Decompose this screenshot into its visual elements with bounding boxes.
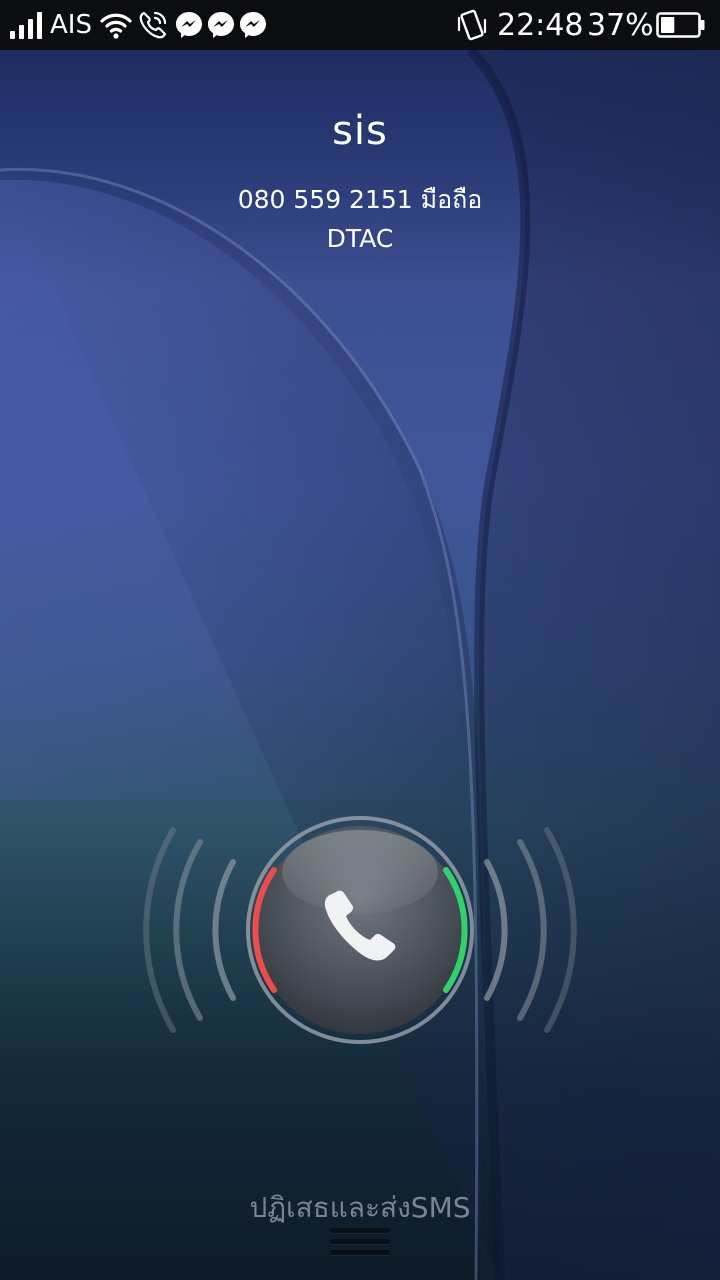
vibrate-icon (455, 0, 489, 50)
messenger-icon (238, 0, 268, 50)
left-wave-icon (143, 827, 236, 1033)
messenger-icon (174, 0, 204, 50)
battery-percent: 37% (587, 7, 654, 43)
status-bar: AIS 22:48 37% (0, 0, 720, 50)
right-wave-icon (484, 827, 577, 1033)
incoming-call-screen: AIS 22:48 37% sis 080 559 2151 มือถือ DT… (0, 0, 720, 1280)
messenger-icon (206, 0, 236, 50)
carrier-label: AIS (50, 10, 92, 40)
caller-name: sis (332, 108, 388, 154)
reject-with-sms-button[interactable]: ปฏิเสธและส่งSMS (0, 1186, 720, 1230)
drag-handle-icon[interactable] (330, 1228, 390, 1268)
answer-reject-slider[interactable] (130, 800, 590, 1060)
call-status-icon (138, 0, 168, 50)
signal-icon (10, 0, 44, 50)
wifi-icon (100, 0, 132, 50)
caller-carrier: DTAC (326, 224, 394, 253)
battery-icon (656, 0, 706, 50)
caller-number: 080 559 2151 มือถือ (237, 185, 483, 214)
clock: 22:48 (497, 7, 584, 43)
